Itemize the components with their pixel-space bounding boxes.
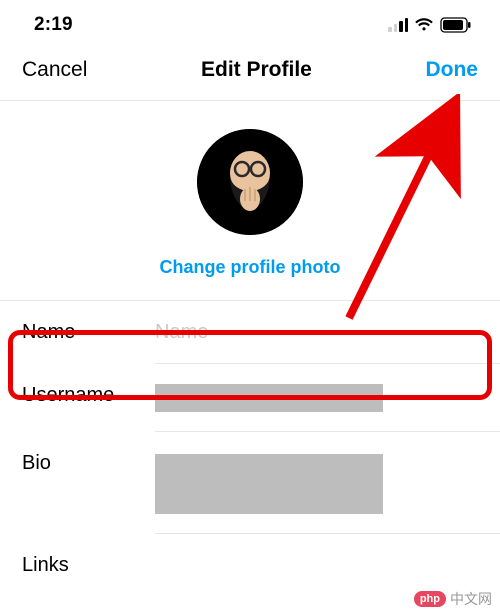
clock: 2:19 bbox=[34, 14, 73, 36]
status-bar: 2:19 bbox=[0, 0, 500, 44]
username-field[interactable] bbox=[155, 384, 478, 412]
name-label: Name bbox=[22, 321, 155, 344]
links-label: Links bbox=[22, 554, 155, 577]
done-button[interactable]: Done bbox=[425, 58, 478, 82]
bio-field[interactable] bbox=[155, 452, 478, 514]
redacted-value bbox=[155, 454, 383, 514]
links-row[interactable]: Links bbox=[0, 534, 500, 597]
change-profile-photo-button[interactable]: Change profile photo bbox=[160, 257, 341, 278]
redacted-value bbox=[155, 384, 383, 412]
name-row[interactable]: Name Name bbox=[0, 301, 500, 364]
avatar[interactable] bbox=[197, 129, 303, 235]
page-title: Edit Profile bbox=[201, 58, 312, 82]
wifi-icon bbox=[414, 17, 434, 33]
watermark: php 中文网 bbox=[414, 589, 492, 609]
name-field[interactable]: Name bbox=[155, 321, 478, 344]
battery-icon bbox=[440, 17, 472, 33]
cancel-button[interactable]: Cancel bbox=[22, 58, 87, 82]
watermark-icon: php bbox=[414, 591, 446, 607]
watermark-text: 中文网 bbox=[450, 589, 492, 609]
status-indicators bbox=[388, 17, 472, 33]
username-label: Username bbox=[22, 384, 155, 407]
bio-row[interactable]: Bio bbox=[0, 432, 500, 534]
nav-bar: Cancel Edit Profile Done bbox=[0, 44, 500, 101]
profile-fields: Name Name Username Bio Links bbox=[0, 301, 500, 597]
username-row[interactable]: Username bbox=[0, 364, 500, 432]
cellular-icon bbox=[388, 18, 408, 32]
bio-label: Bio bbox=[22, 452, 155, 475]
profile-section: Change profile photo bbox=[0, 101, 500, 301]
